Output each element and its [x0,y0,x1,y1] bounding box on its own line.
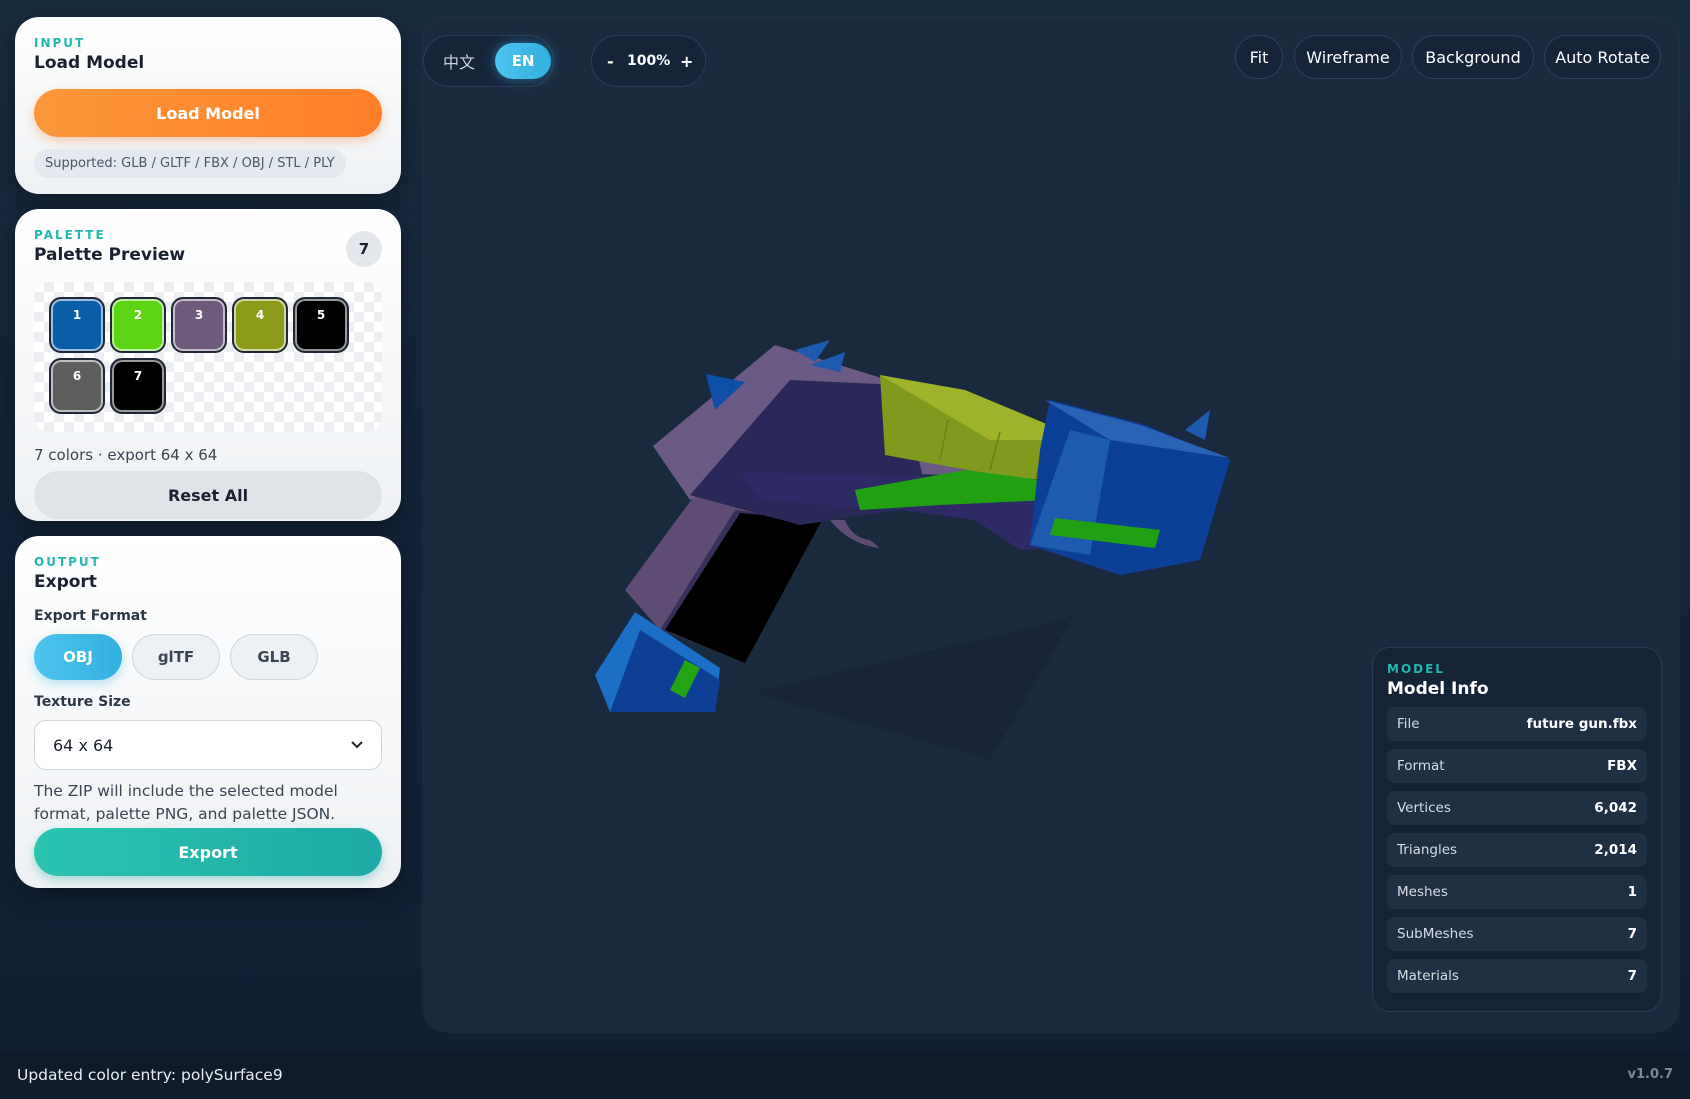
info-row-label: Materials [1397,968,1459,984]
format-gltf-button[interactable]: glTF [132,634,220,680]
status-message: Updated color entry: polySurface9 [17,1065,283,1084]
input-title: Load Model [34,53,145,73]
info-row-label: Format [1397,758,1445,774]
info-row: Triangles 2,014 [1387,833,1647,867]
info-row-label: Meshes [1397,884,1448,900]
palette-swatch[interactable]: 4 [232,297,288,353]
load-model-button[interactable]: Load Model [34,89,382,137]
input-card: INPUT Load Model Load Model Supported: G… [15,17,401,194]
info-row-value: FBX [1607,758,1637,774]
info-row: Format FBX [1387,749,1647,783]
output-title: Export [34,572,97,592]
info-row-value: future gun.fbx [1526,716,1637,732]
export-note: The ZIP will include the selected model … [34,782,338,823]
model-info-rows: File future gun.fbx Format FBX Vertices 6,042… [1387,707,1647,993]
palette-card: PALETTE Palette Preview 7 1234567 7 colo… [15,209,401,521]
palette-eyebrow: PALETTE [34,228,106,242]
info-row: File future gun.fbx [1387,707,1647,741]
info-row: SubMeshes 7 [1387,917,1647,951]
info-row: Meshes 1 [1387,875,1647,909]
info-row-value: 7 [1627,968,1637,984]
palette-swatch[interactable]: 7 [110,358,166,414]
export-format-label: Export Format [34,608,147,624]
export-format-group: OBJ glTF GLB [34,634,382,680]
palette-swatch[interactable]: 1 [49,297,105,353]
info-row-label: File [1397,716,1420,732]
palette-swatch[interactable]: 5 [293,297,349,353]
texture-size-value: 64 x 64 [53,735,114,755]
palette-swatch[interactable]: 6 [49,358,105,414]
input-eyebrow: INPUT [34,36,86,50]
info-row-label: SubMeshes [1397,926,1474,942]
info-row: Vertices 6,042 [1387,791,1647,825]
output-eyebrow: OUTPUT [34,555,101,569]
info-row-label: Vertices [1397,800,1451,816]
palette-summary: 7 colors · export 64 x 64 [34,446,218,464]
format-glb-button[interactable]: GLB [230,634,318,680]
format-obj-button[interactable]: OBJ [34,634,122,680]
palette-swatch[interactable]: 3 [171,297,227,353]
export-button[interactable]: Export [34,828,382,876]
texture-size-select[interactable]: 64 x 64 [34,720,382,770]
info-row-value: 7 [1627,926,1637,942]
output-card: OUTPUT Export Export Format OBJ glTF GLB… [15,536,401,888]
model-eyebrow: MODEL [1387,662,1445,676]
version-label: v1.0.7 [1627,1067,1674,1082]
supported-formats-pill: Supported: GLB / GLTF / FBX / OBJ / STL … [34,149,346,178]
status-bar: Updated color entry: polySurface9 v1.0.7 [0,1050,1690,1099]
info-row-value: 6,042 [1594,800,1637,816]
palette-count-badge: 7 [346,231,382,267]
reset-all-button[interactable]: Reset All [34,471,382,519]
texture-size-label: Texture Size [34,694,131,710]
model-info-title: Model Info [1387,679,1489,699]
palette-title: Palette Preview [34,245,186,265]
info-row-label: Triangles [1397,842,1458,858]
model-info-panel: MODEL Model Info File future gun.fbx Forma… [1372,647,1662,1012]
info-row-value: 1 [1627,884,1637,900]
chevron-down-icon [351,741,363,749]
info-row: Materials 7 [1387,959,1647,993]
info-row-value: 2,014 [1594,842,1637,858]
palette-swatch-grid: 12345 67 [34,282,382,432]
palette-swatch[interactable]: 2 [110,297,166,353]
